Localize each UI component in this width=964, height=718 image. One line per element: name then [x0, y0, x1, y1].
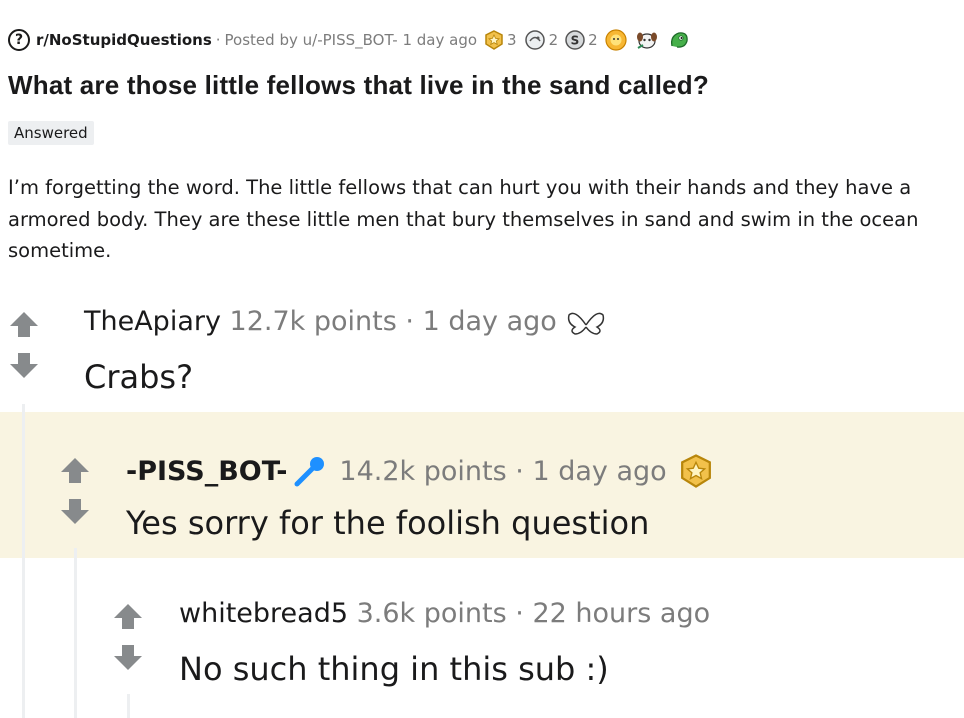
upvote-arrow-icon[interactable] — [59, 456, 91, 484]
downvote-arrow-icon[interactable] — [112, 644, 144, 672]
gold-award-icon — [485, 30, 503, 50]
comment-points: 14.2k points — [339, 455, 507, 487]
comment-author[interactable]: whitebread5 — [179, 598, 348, 629]
comment-vote-column — [8, 310, 40, 380]
sun-award-icon — [605, 29, 627, 51]
comment-body: Crabs? — [84, 358, 194, 396]
silver-coin-award-icon: S — [565, 30, 585, 50]
upvote-arrow-icon[interactable] — [8, 310, 40, 338]
comment-vote-column — [59, 456, 91, 526]
svg-text:S: S — [571, 34, 580, 48]
comment-author-op[interactable]: -PISS_BOT- — [126, 456, 287, 487]
comment-separator: · — [515, 455, 524, 487]
award-rocket-like[interactable]: 2 — [523, 29, 559, 51]
award-doggo[interactable] — [634, 28, 660, 52]
comment-age[interactable]: 1 day ago — [423, 306, 557, 337]
comment-separator: · — [405, 306, 414, 337]
award-count: 2 — [548, 31, 559, 49]
thread-line[interactable] — [74, 548, 77, 718]
downvote-arrow-icon[interactable] — [8, 352, 40, 380]
post-title[interactable]: What are those little fellows that live … — [8, 70, 709, 101]
award-count: 3 — [507, 31, 517, 49]
award-silver-coin[interactable]: S 2 — [564, 29, 598, 51]
comment-age[interactable]: 22 hours ago — [532, 598, 710, 629]
comment-points: 12.7k points — [229, 306, 397, 337]
award-count: 2 — [588, 31, 598, 49]
comment-body: Yes sorry for the foolish question — [126, 504, 650, 542]
post-meta: ? r/NoStupidQuestions · Posted by u/-PIS… — [8, 24, 692, 56]
comment-age[interactable]: 1 day ago — [532, 456, 666, 487]
comment-body: No such thing in this sub :) — [179, 650, 609, 688]
award-sun[interactable] — [604, 28, 628, 52]
post-age: 1 day ago — [402, 31, 478, 49]
comment-separator: · — [515, 598, 524, 629]
comment-points: 3.6k points — [356, 598, 507, 629]
comment-header: TheApiary 12.7k points · 1 day ago — [84, 306, 607, 337]
award-green[interactable] — [666, 28, 692, 52]
question-subreddit-icon[interactable]: ? — [8, 29, 30, 51]
posted-by-label: Posted by — [224, 31, 298, 49]
upvote-arrow-icon[interactable] — [112, 602, 144, 630]
wings-award-icon[interactable] — [565, 307, 607, 337]
post-body: I’m forgetting the word. The little fell… — [8, 176, 919, 262]
award-gold[interactable]: 3 — [483, 29, 517, 51]
comment-vote-column — [112, 602, 144, 672]
comment-author[interactable]: TheApiary — [84, 306, 221, 337]
meta-separator: · — [215, 31, 221, 49]
thread-line[interactable] — [127, 694, 130, 718]
post-author-link[interactable]: u/-PISS_BOT- — [303, 31, 398, 49]
subreddit-link[interactable]: r/NoStupidQuestions — [36, 31, 212, 49]
downvote-arrow-icon[interactable] — [59, 498, 91, 526]
rocket-like-award-icon — [524, 30, 545, 50]
comment-header: whitebread5 3.6k points · 22 hours ago — [179, 598, 710, 629]
thread-line[interactable] — [22, 404, 25, 718]
gold-award-icon[interactable] — [677, 452, 715, 490]
microphone-icon — [294, 457, 325, 487]
post-flair[interactable]: Answered — [8, 121, 94, 145]
green-award-icon — [670, 32, 688, 48]
doggo-award-icon — [636, 32, 657, 49]
comment-header: -PISS_BOT- 14.2k points · 1 day ago — [126, 452, 715, 490]
